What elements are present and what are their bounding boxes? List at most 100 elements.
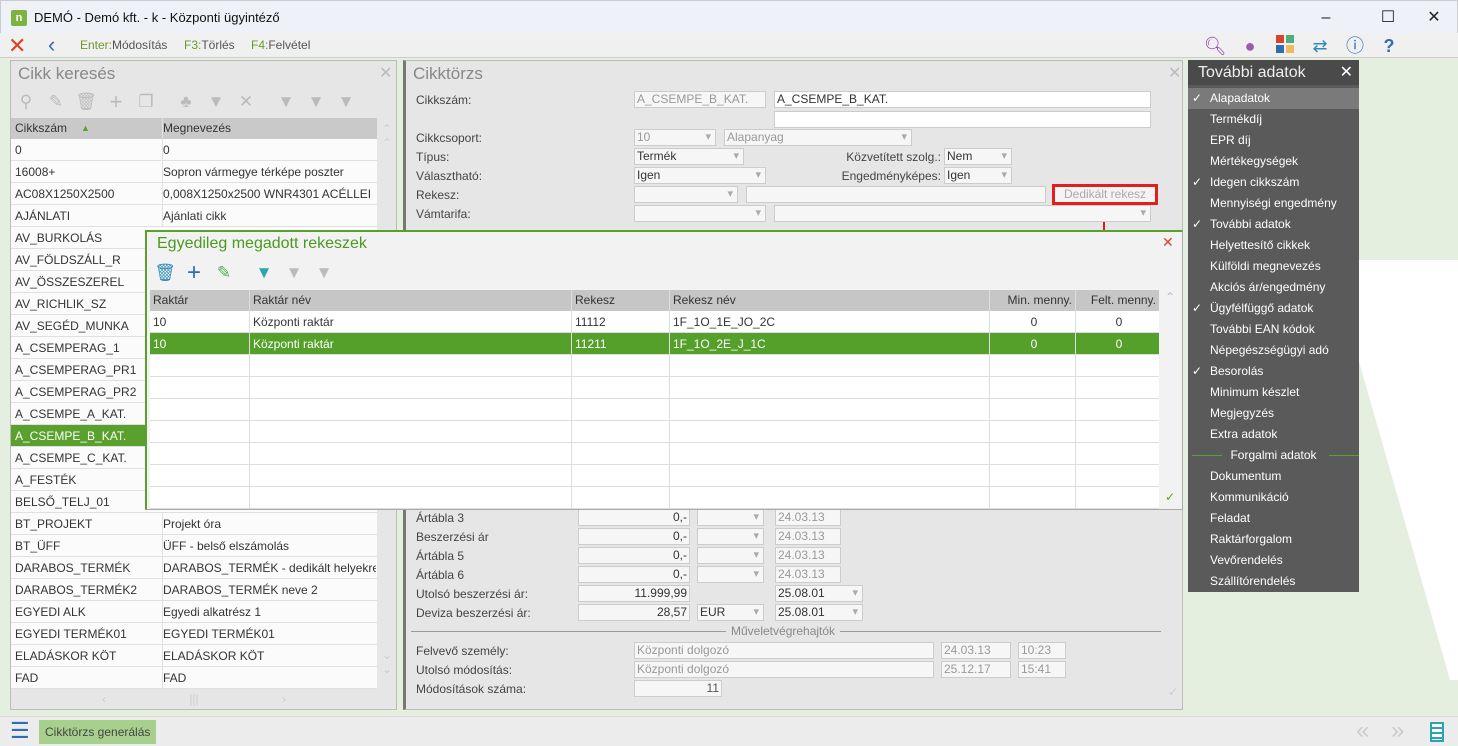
close-icon[interactable]: ✕ — [8, 33, 26, 58]
price-currency-select[interactable] — [697, 509, 764, 526]
user-icon[interactable]: ● — [1235, 35, 1265, 57]
copy-icon[interactable]: ❐ — [133, 89, 159, 115]
edit-icon[interactable]: ✎ — [43, 89, 69, 115]
add-icon[interactable]: + — [181, 260, 207, 286]
column-header-felt[interactable]: Felt. menny. — [1075, 290, 1159, 311]
maximize-button[interactable]: ☐ — [1373, 7, 1403, 29]
list-item[interactable]: ELADÁSKOR KÖT ELADÁSKOR KÖT — [11, 645, 377, 667]
menu-item-tov-bbi-ean-k-dok[interactable]: További EAN kódok — [1188, 319, 1359, 340]
menu-item-k-lf-ldi-megnevez-s[interactable]: Külföldi megnevezés — [1188, 256, 1359, 277]
edit-icon[interactable]: ✎ — [211, 260, 237, 286]
price-currency-select[interactable] — [697, 528, 764, 545]
previous-icon[interactable]: « — [1356, 717, 1369, 745]
price-value-field[interactable]: 0,- — [578, 566, 690, 583]
vertical-scrollbar[interactable]: ⌃ ✓ — [1160, 290, 1180, 510]
generate-item-master-button[interactable]: Cikktörzs generálás — [39, 720, 157, 744]
list-item[interactable]: FAD FAD — [11, 667, 377, 689]
column-header-raktar-nev[interactable]: Raktár név — [249, 290, 571, 311]
column-header-megnevezes[interactable]: Megnevezés — [162, 118, 377, 139]
menu-item-alapadatok[interactable]: ✓ Alapadatok — [1188, 88, 1359, 109]
tree-icon[interactable]: ♣ — [173, 89, 199, 115]
list-item[interactable]: 00 — [11, 139, 377, 161]
menu-item-mennyis-gi-engedm-ny[interactable]: Mennyiségi engedmény — [1188, 193, 1359, 214]
menu-item-epr-d-j[interactable]: EPR díj — [1188, 130, 1359, 151]
menu-item-megjegyz-s[interactable]: Megjegyzés — [1188, 403, 1359, 424]
trash-icon[interactable]: 🗑︎ — [152, 260, 178, 286]
tiles-icon[interactable] — [1270, 35, 1300, 57]
column-header-raktar[interactable]: Raktár — [150, 290, 249, 311]
menu-item--gyf-lf-gg-adatok[interactable]: ✓ Ügyfélfüggő adatok — [1188, 298, 1359, 319]
cikkszam-name-field[interactable]: A_CSEMPE_B_KAT. — [774, 91, 1151, 108]
filter-icon[interactable]: ▼ — [203, 89, 229, 115]
menu-item-akci-s-r-engedm-ny[interactable]: Akciós ár/engedmény — [1188, 277, 1359, 298]
dedicated-bin-button[interactable]: Dedikált rekesz — [1052, 184, 1158, 205]
next-icon[interactable]: » — [1391, 717, 1404, 745]
price-value-field[interactable]: 0,- — [578, 509, 690, 526]
filter-column-icon[interactable]: ▼ — [273, 89, 299, 115]
list-item[interactable]: EGYEDI ALK Egyedi alkatrész 1 — [11, 601, 377, 623]
transfer-icon[interactable]: ⇄ — [1305, 35, 1335, 57]
column-header-rekesz-nev[interactable]: Rekesz név — [669, 290, 989, 311]
no-filter-icon[interactable]: ✕ — [233, 89, 259, 115]
back-icon[interactable]: ‹ — [48, 33, 55, 57]
tipus-select[interactable]: Termék — [634, 148, 744, 165]
rekesz-name-field[interactable] — [746, 186, 1046, 203]
minimize-button[interactable]: – — [1311, 7, 1341, 29]
table-row[interactable]: 10 Központi raktár 11112 1F_1O_1E_JO_2C 0 0 — [150, 311, 1159, 333]
menu-item-m-rt-kegys-gek[interactable]: Mértékegységek — [1188, 151, 1359, 172]
price-currency-select[interactable] — [697, 566, 764, 583]
utolso-beszerzesi-field[interactable]: 11.999,99 — [578, 585, 690, 602]
menu-item-forgalmi[interactable]: Szállítórendelés — [1188, 571, 1359, 592]
list-item[interactable]: DARABOS_TERMÉK2 DARABOS_TERMÉK neve 2 — [11, 579, 377, 601]
list-item[interactable]: DARABOS_TERMÉK DARABOS_TERMÉK - dedikált … — [11, 557, 377, 579]
hamburger-menu-icon[interactable]: ☰ — [10, 720, 30, 742]
deviza-field[interactable]: 28,57 — [578, 604, 690, 621]
menu-item-helyettes-t-cikkek[interactable]: Helyettesítő cikkek — [1188, 235, 1359, 256]
cikkszam-name2-field[interactable] — [774, 111, 1151, 128]
help-icon[interactable]: ? — [1374, 35, 1404, 57]
price-currency-select[interactable] — [697, 547, 764, 564]
search-icon[interactable]: ⚲ — [13, 89, 39, 115]
price-value-field[interactable]: 0,- — [578, 528, 690, 545]
trash-icon[interactable]: 🗑︎ — [73, 89, 99, 115]
enter-modify-button[interactable]: Enter:Módosítás — [80, 38, 167, 52]
add-icon[interactable]: + — [103, 89, 129, 115]
menu-item-idegen-cikksz-m[interactable]: ✓ Idegen cikkszám — [1188, 172, 1359, 193]
menu-item-forgalmi[interactable]: Feladat — [1188, 508, 1359, 529]
vamtarifa-name-select[interactable] — [774, 205, 1151, 222]
menu-item-extra-adatok[interactable]: Extra adatok — [1188, 424, 1359, 445]
menu-item-term-kd-j[interactable]: Termékdíj — [1188, 109, 1359, 130]
list-item[interactable]: AC08X1250X2500 0,008X1250x2500 WNR4301 AC… — [11, 183, 377, 205]
engedmeny-select[interactable]: Igen — [944, 167, 1012, 184]
clear-filter-icon[interactable]: ▼ — [281, 260, 307, 286]
close-icon[interactable]: ✕ — [1340, 60, 1353, 85]
valaszthato-select[interactable]: Igen — [634, 167, 766, 184]
column-header-min[interactable]: Min. menny. — [989, 290, 1075, 311]
add-filter-icon[interactable]: ▼ — [311, 260, 337, 286]
close-icon[interactable]: ✕ — [379, 63, 392, 83]
price-value-field[interactable]: 0,- — [578, 547, 690, 564]
menu-item-forgalmi[interactable]: Kommunikáció — [1188, 487, 1359, 508]
info-icon[interactable]: ⓘ — [1340, 35, 1370, 57]
menu-item-forgalmi[interactable]: Vevőrendelés — [1188, 550, 1359, 571]
document-icon[interactable] — [1430, 722, 1444, 742]
vamtarifa-select[interactable] — [634, 205, 766, 222]
list-item[interactable]: BT_ÜFF ÜFF - belső elszámolás — [11, 535, 377, 557]
menu-item-tov-bbi-adatok[interactable]: ✓ További adatok — [1188, 214, 1359, 235]
list-item[interactable]: AJÁNLATI Ajánlati cikk — [11, 205, 377, 227]
utolso-date-select[interactable]: 25.08.01 — [775, 585, 863, 602]
filter-icon[interactable]: ▼ — [251, 260, 277, 286]
cikkcsoport-code-select[interactable]: 10 — [634, 129, 716, 146]
deviza-date-select[interactable]: 25.08.01 — [775, 604, 863, 621]
f4-add-button[interactable]: F4:Felvétel — [251, 38, 310, 52]
table-row[interactable]: 10 Központi raktár 11211 1F_1O_2E_J_1C 0 0 — [150, 333, 1159, 355]
menu-item-minimum-k-szlet[interactable]: Minimum készlet — [1188, 382, 1359, 403]
column-header-rekesz[interactable]: Rekesz — [571, 290, 669, 311]
column-header-cikkszam[interactable]: Cikkszám — [15, 118, 67, 139]
menu-item-besorol-s[interactable]: ✓ Besorolás — [1188, 361, 1359, 382]
list-item[interactable]: 16008+ Sopron vármegye térképe poszter — [11, 161, 377, 183]
close-icon[interactable]: ✕ — [1168, 63, 1181, 83]
menu-item-n-peg-szs-g-gyi-ad-[interactable]: Népegészségügyi adó — [1188, 340, 1359, 361]
close-icon[interactable]: ✕ — [1162, 234, 1174, 251]
list-item[interactable]: EGYEDI TERMÉK01 EGYEDI TERMÉK01 — [11, 623, 377, 645]
